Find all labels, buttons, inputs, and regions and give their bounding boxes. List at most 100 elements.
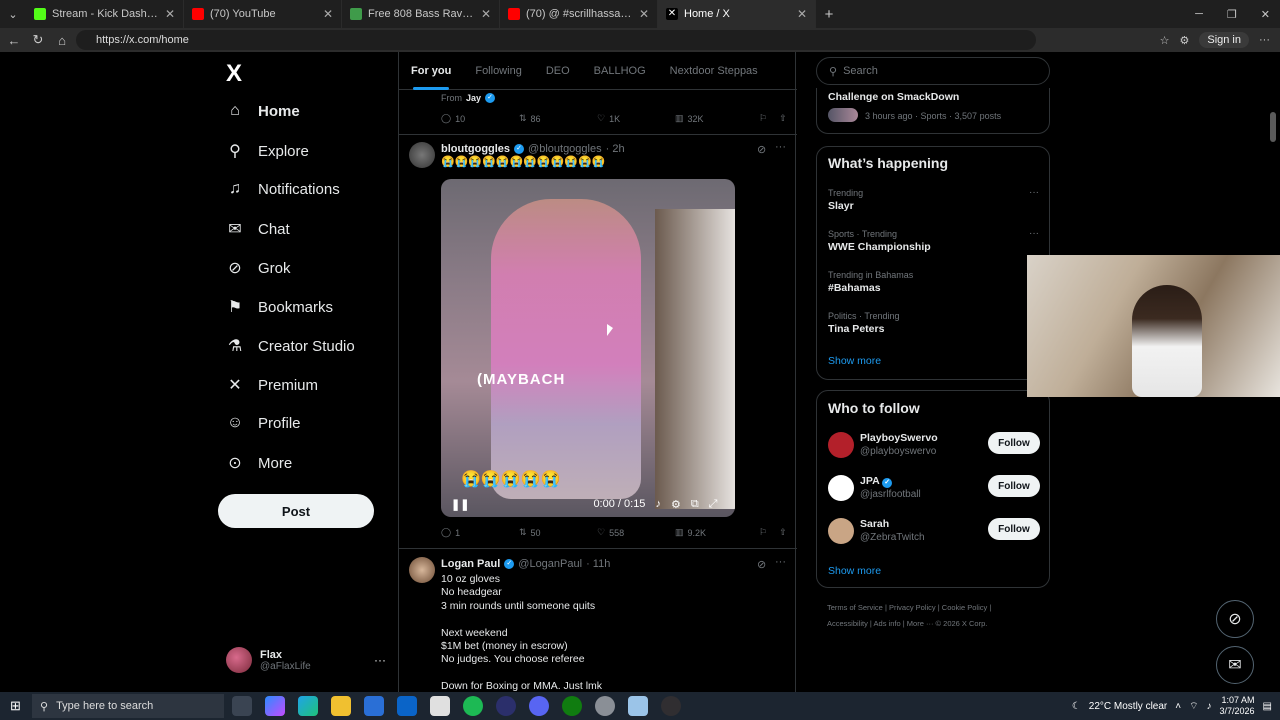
search-input[interactable]: ⚲ Search bbox=[816, 57, 1050, 85]
author-handle[interactable]: @bloutgoggles bbox=[528, 143, 602, 155]
timestamp[interactable]: · 11h bbox=[586, 558, 610, 570]
sign-in-button[interactable]: Sign in bbox=[1199, 32, 1249, 48]
tab-ballhog[interactable]: BALLHOG bbox=[582, 52, 658, 90]
repost-button[interactable]: ⇅ 50 bbox=[519, 527, 597, 538]
notepad-icon[interactable] bbox=[430, 696, 450, 716]
sidebar-item-grok[interactable]: ⊘ Grok bbox=[226, 258, 290, 278]
settings-icon[interactable]: ⚙ bbox=[671, 498, 681, 511]
bookmark-icon[interactable]: ⚐ bbox=[759, 527, 767, 538]
like-button[interactable]: ♡ 1K bbox=[597, 113, 675, 124]
outlook-icon[interactable] bbox=[397, 696, 417, 716]
browser-tab-kick[interactable]: Stream - Kick Dashboard ✕ bbox=[26, 0, 184, 28]
from-name[interactable]: Jay bbox=[466, 93, 481, 103]
grok-icon[interactable]: ⊘ bbox=[757, 143, 766, 156]
clock[interactable]: 1:07 AM 3/7/2026 bbox=[1220, 695, 1255, 717]
post-button[interactable]: Post bbox=[218, 494, 374, 528]
more-icon[interactable]: ··· bbox=[775, 556, 786, 568]
follow-suggestion[interactable]: PlayboySwervo @playboyswervo Follow bbox=[828, 432, 1040, 464]
footer-link[interactable]: More ··· bbox=[907, 619, 934, 628]
xbox-icon[interactable] bbox=[562, 696, 582, 716]
account-switcher[interactable]: Flax @aFlaxLife ··· bbox=[226, 647, 386, 673]
show-more-link[interactable]: Show more bbox=[828, 355, 881, 367]
follow-button[interactable]: Follow bbox=[988, 475, 1040, 497]
sidebar-item-bookmarks[interactable]: ⚑ Bookmarks bbox=[226, 297, 333, 317]
grok-float-button[interactable]: ⊘ bbox=[1216, 600, 1254, 638]
weather-text[interactable]: 22°C Mostly clear bbox=[1089, 701, 1167, 712]
url-field[interactable]: https://x.com/home bbox=[76, 30, 1036, 50]
video-player[interactable]: (MAYBACH 😭😭😭😭😭 ❚❚ 0:00 / 0:15 ♪ ⚙ ⧉ ⤢ bbox=[441, 179, 735, 517]
views-button[interactable]: ▥ 9.2K bbox=[675, 527, 753, 538]
browser-tab-youtube-2[interactable]: (70) @ #scrillhassan #chicago ✕ bbox=[500, 0, 658, 28]
follow-button[interactable]: Follow bbox=[988, 432, 1040, 454]
like-button[interactable]: ♡ 558 bbox=[597, 527, 675, 538]
sidebar-item-profile[interactable]: ☺ Profile bbox=[226, 414, 301, 432]
more-icon[interactable]: ··· bbox=[374, 653, 386, 667]
sidebar-item-home[interactable]: ⌂ Home bbox=[226, 102, 300, 120]
footer-link[interactable]: Terms of Service bbox=[827, 603, 883, 612]
close-icon[interactable]: ✕ bbox=[323, 7, 333, 21]
fullscreen-icon[interactable]: ⤢ bbox=[709, 498, 718, 511]
messages-float-button[interactable]: ✉ bbox=[1216, 646, 1254, 684]
sidebar-item-premium[interactable]: ✕ Premium bbox=[226, 375, 318, 395]
footer-link[interactable]: Cookie Policy bbox=[942, 603, 987, 612]
top-story-panel[interactable]: Challenge on SmackDown 3 hours ago · Spo… bbox=[816, 88, 1050, 134]
more-icon[interactable]: ··· bbox=[775, 141, 786, 153]
repost-button[interactable]: ⇅ 86 bbox=[519, 113, 597, 124]
share-icon[interactable]: ⇧ bbox=[779, 527, 787, 538]
menu-icon[interactable]: ··· bbox=[1259, 34, 1270, 46]
reload-button[interactable]: ↻ bbox=[26, 32, 50, 48]
spotify-icon[interactable] bbox=[463, 696, 483, 716]
file-explorer-icon[interactable] bbox=[331, 696, 351, 716]
copilot-icon[interactable] bbox=[265, 696, 285, 716]
taskbar-search-input[interactable]: ⚲ Type here to search bbox=[32, 694, 224, 718]
notification-icon[interactable]: ▤ bbox=[1263, 701, 1272, 712]
bookmark-icon[interactable]: ⚐ bbox=[759, 113, 767, 124]
maximize-button[interactable]: ❐ bbox=[1227, 8, 1237, 21]
browser-tab-youtube[interactable]: (70) YouTube ✕ bbox=[184, 0, 342, 28]
close-icon[interactable]: ✕ bbox=[797, 7, 807, 21]
author-name[interactable]: bloutgoggles bbox=[441, 143, 510, 155]
author-name[interactable]: Logan Paul bbox=[441, 558, 500, 570]
sidebar-item-notifications[interactable]: ♫ Notifications bbox=[226, 180, 340, 198]
reply-button[interactable]: ◯ 10 bbox=[441, 113, 519, 124]
windows-start-icon[interactable]: ⊞ bbox=[10, 698, 21, 714]
share-icon[interactable]: ⇧ bbox=[779, 113, 787, 124]
timestamp[interactable]: · 2h bbox=[606, 143, 625, 155]
footer-link[interactable]: Ads info bbox=[874, 619, 901, 628]
new-tab-button[interactable]: + bbox=[816, 6, 842, 23]
extensions-icon[interactable]: ⚙ bbox=[1179, 34, 1189, 47]
app-icon[interactable] bbox=[496, 696, 516, 716]
avatar[interactable] bbox=[409, 557, 435, 583]
window-close-button[interactable]: ✕ bbox=[1261, 8, 1270, 21]
browser-tab-x-home[interactable]: ✕ Home / X ✕ bbox=[658, 0, 816, 28]
more-icon[interactable]: ··· bbox=[1029, 187, 1039, 198]
follow-button[interactable]: Follow bbox=[988, 518, 1040, 540]
network-icon[interactable]: ⌔ bbox=[1189, 700, 1198, 713]
sidebar-item-more[interactable]: ⊙ More bbox=[226, 453, 292, 473]
tab-nextdoor-steppas[interactable]: Nextdoor Steppas bbox=[658, 52, 770, 90]
home-button[interactable]: ⌂ bbox=[50, 33, 74, 48]
pause-icon[interactable]: ❚❚ bbox=[451, 498, 469, 511]
scrollbar[interactable] bbox=[1270, 112, 1276, 142]
follow-suggestion[interactable]: JPA ✓ @jasrlfootball Follow bbox=[828, 475, 1040, 507]
volume-icon[interactable]: ♪ bbox=[655, 498, 661, 510]
tab-for-you[interactable]: For you bbox=[399, 52, 463, 90]
follow-suggestion[interactable]: Sarah @ZebraTwitch Follow bbox=[828, 518, 1040, 550]
tab-deo[interactable]: DEO bbox=[534, 52, 582, 90]
footer-link[interactable]: Privacy Policy bbox=[889, 603, 936, 612]
back-button[interactable]: ← bbox=[2, 33, 26, 48]
store-icon[interactable] bbox=[364, 696, 384, 716]
app-icon[interactable] bbox=[595, 696, 615, 716]
sidebar-item-explore[interactable]: ⚲ Explore bbox=[226, 141, 309, 161]
tab-following[interactable]: Following bbox=[463, 52, 533, 90]
show-more-link[interactable]: Show more bbox=[828, 565, 881, 577]
sidebar-item-chat[interactable]: ✉ Chat bbox=[226, 219, 289, 239]
footer-link[interactable]: Accessibility bbox=[827, 619, 868, 628]
task-view-icon[interactable] bbox=[232, 696, 252, 716]
tab-list-button[interactable]: ⌄ bbox=[0, 8, 26, 21]
sidebar-item-creator-studio[interactable]: ⚗ Creator Studio bbox=[226, 336, 355, 356]
volume-icon[interactable]: ♪ bbox=[1207, 701, 1212, 712]
more-icon[interactable]: ··· bbox=[1029, 228, 1039, 239]
close-icon[interactable]: ✕ bbox=[481, 7, 491, 21]
reply-button[interactable]: ◯ 1 bbox=[441, 527, 519, 538]
